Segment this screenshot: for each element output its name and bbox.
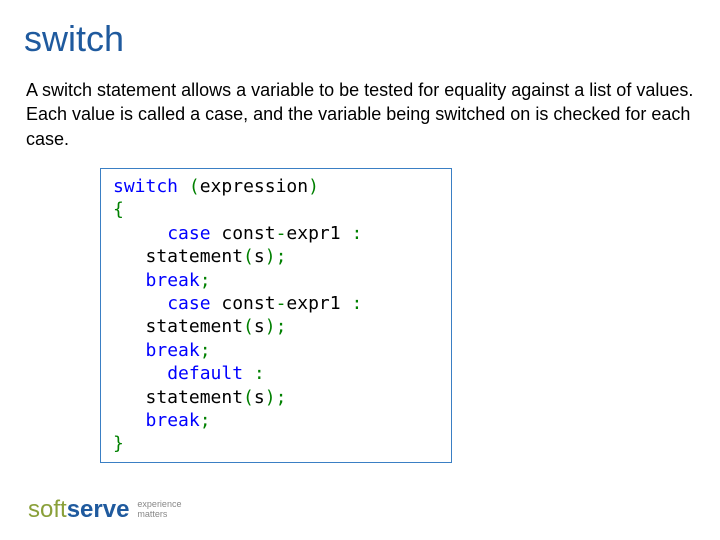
code-token: case (167, 293, 210, 314)
code-token: statement (113, 316, 243, 337)
code-token: statement (113, 387, 243, 408)
code-token: statement (113, 246, 243, 267)
logo-tagline: experience matters (137, 500, 181, 520)
code-token: const (211, 223, 276, 244)
code-snippet: switch (expression) { case const-expr1 :… (100, 168, 452, 463)
description-text: A switch statement allows a variable to … (26, 78, 694, 151)
code-token: - (276, 293, 287, 314)
code-token: ); (265, 246, 287, 267)
code-token (113, 270, 146, 291)
logo-soft: soft (28, 496, 67, 523)
code-token: expr1 (286, 223, 351, 244)
code-token: : (254, 363, 265, 384)
logo-text: softserve (28, 496, 129, 524)
code-token: ( (243, 387, 254, 408)
code-token: - (276, 223, 287, 244)
code-token: ; (200, 270, 211, 291)
code-token: ); (265, 316, 287, 337)
code-token: const (211, 293, 276, 314)
code-token (113, 410, 146, 431)
code-token: : (351, 223, 362, 244)
code-token: switch (113, 176, 178, 197)
code-token (113, 363, 167, 384)
code-token: expr1 (286, 293, 351, 314)
code-token: expression (200, 176, 308, 197)
code-token: break (146, 410, 200, 431)
code-token: ; (200, 410, 211, 431)
page-title: switch (24, 18, 124, 60)
code-token: s (254, 246, 265, 267)
code-token: break (146, 270, 200, 291)
code-token: { (113, 199, 124, 220)
code-token: ( (243, 246, 254, 267)
tagline-line: matters (137, 510, 181, 520)
code-token: ); (265, 387, 287, 408)
code-token: } (113, 433, 124, 454)
softserve-logo: softserve experience matters (28, 496, 181, 524)
code-token (113, 223, 167, 244)
code-token: ( (178, 176, 200, 197)
code-token (113, 340, 146, 361)
code-token: ) (308, 176, 319, 197)
code-token: s (254, 387, 265, 408)
logo-serve: serve (67, 496, 130, 523)
code-token: case (167, 223, 210, 244)
code-token (243, 363, 254, 384)
code-token: : (351, 293, 362, 314)
code-token: break (146, 340, 200, 361)
code-token: s (254, 316, 265, 337)
code-token: default (167, 363, 243, 384)
code-token: ; (200, 340, 211, 361)
code-token: ( (243, 316, 254, 337)
code-token (113, 293, 167, 314)
